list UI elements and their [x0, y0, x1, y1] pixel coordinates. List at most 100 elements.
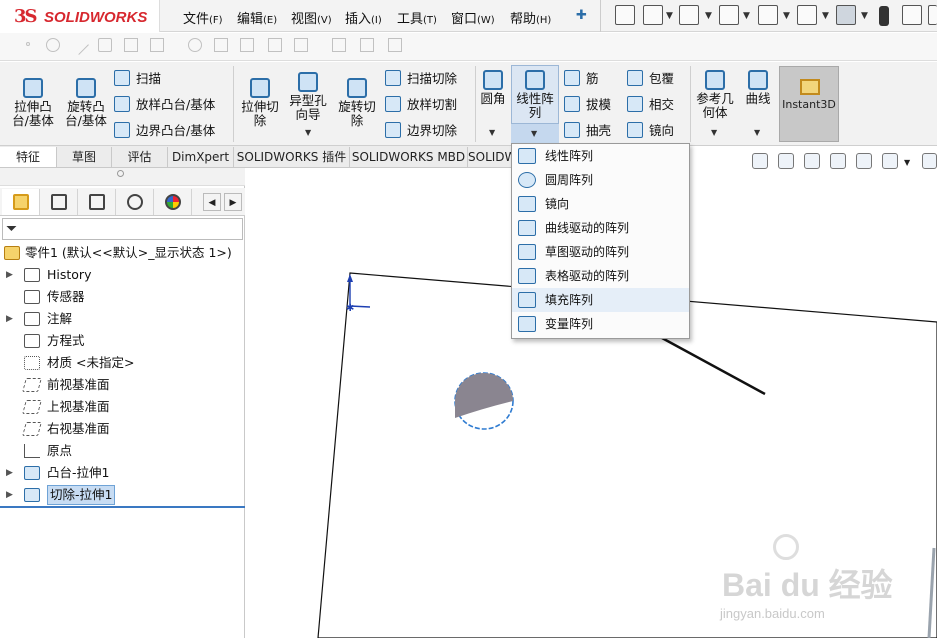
tree-filter-field[interactable]: ⏷: [2, 218, 243, 240]
select-icon[interactable]: [836, 5, 856, 25]
solidworks-logo[interactable]: 3S SOLIDWORKS: [0, 0, 160, 32]
print-icon[interactable]: [758, 5, 778, 25]
chevron-down-icon[interactable]: ▼: [666, 11, 673, 21]
extrude-cut-button[interactable]: 拉伸切除: [238, 78, 282, 128]
angle-icon[interactable]: [150, 38, 164, 52]
reference-geometry-button[interactable]: 参考几何体: [694, 70, 736, 120]
chevron-down-icon[interactable]: ▼: [861, 11, 868, 21]
tree-item-annotations[interactable]: ▶ 注解: [0, 309, 245, 329]
sketch-fillet-icon[interactable]: [188, 38, 202, 52]
chevron-down-icon[interactable]: ▼: [822, 11, 829, 21]
menu-item-sketch-driven-pattern[interactable]: 草图驱动的阵列: [512, 240, 689, 264]
menu-window[interactable]: 窗口(W): [451, 8, 495, 27]
menu-edit[interactable]: 编辑(E): [237, 8, 277, 27]
expand-icon[interactable]: ▶: [6, 485, 13, 505]
tree-item-material[interactable]: 材质 <未指定>: [0, 353, 245, 373]
lofted-cut-button[interactable]: 放样切割: [385, 94, 457, 113]
chevron-down-icon[interactable]: ▼: [711, 128, 717, 137]
menu-item-variable-pattern[interactable]: 变量阵列: [512, 312, 689, 336]
file-properties-icon[interactable]: [902, 5, 922, 25]
tab-property-manager[interactable]: [40, 189, 78, 215]
sweep-button[interactable]: 扫描: [114, 68, 161, 87]
tree-item-sensors[interactable]: 传感器: [0, 287, 245, 307]
dimension-icon[interactable]: [332, 38, 346, 52]
revolve-cut-button[interactable]: 旋转切除: [335, 78, 379, 128]
tab-dimxpert-manager[interactable]: [116, 189, 154, 215]
menu-insert[interactable]: 插入(I): [345, 8, 382, 27]
corner-icon[interactable]: [268, 38, 282, 52]
angle-dimension-icon[interactable]: [388, 38, 402, 52]
zoom-to-fit-icon[interactable]: [752, 153, 768, 169]
menu-item-curve-driven-pattern[interactable]: 曲线驱动的阵列: [512, 216, 689, 240]
menu-item-fill-pattern[interactable]: 填充阵列: [512, 288, 689, 312]
expand-icon[interactable]: ▶: [6, 265, 13, 285]
menu-tools[interactable]: 工具(T): [397, 8, 437, 27]
instant3d-button[interactable]: Instant3D: [779, 66, 839, 142]
tab-sketch[interactable]: 草图: [57, 147, 112, 167]
traffic-light-icon[interactable]: [879, 6, 889, 26]
tree-item-cut-extrude[interactable]: ▶ 切除-拉伸1: [0, 485, 245, 505]
swept-cut-button[interactable]: 扫描切除: [385, 68, 457, 87]
panel-grip-icon[interactable]: [117, 170, 124, 177]
chevron-down-icon[interactable]: ▼: [489, 128, 495, 137]
boundary-cut-button[interactable]: 边界切除: [385, 120, 457, 139]
tab-solidworks-mbd[interactable]: SOLIDWORKS MBD: [350, 147, 468, 167]
tree-item-equations[interactable]: 方程式: [0, 331, 245, 351]
chevron-down-icon[interactable]: ▼: [783, 11, 790, 21]
zoom-area-icon[interactable]: [778, 153, 794, 169]
save-icon[interactable]: [719, 5, 739, 25]
construction-icon[interactable]: [294, 38, 308, 52]
scroll-left-icon[interactable]: ◀: [203, 193, 221, 211]
tab-display-manager[interactable]: [154, 189, 192, 215]
boundary-boss-button[interactable]: 边界凸台/基体: [114, 120, 215, 139]
fillet-button[interactable]: 圆角: [478, 70, 508, 106]
tab-configuration-manager[interactable]: [78, 189, 116, 215]
draft-button[interactable]: 拔模: [564, 94, 611, 113]
intersect-button[interactable]: 相交: [627, 94, 674, 113]
tab-features[interactable]: 特征: [0, 147, 57, 167]
tree-root-part[interactable]: 零件1 (默认<<默认>_显示状态 1>): [0, 243, 245, 263]
extrude-boss-button[interactable]: 拉伸凸台/基体: [8, 78, 58, 128]
chevron-down-icon[interactable]: ▼: [904, 158, 910, 167]
wrap-button[interactable]: 包覆: [627, 68, 674, 87]
tree-item-history[interactable]: ▶ History: [0, 265, 245, 285]
tree-item-boss-extrude[interactable]: ▶ 凸台-拉伸1: [0, 463, 245, 483]
tab-evaluate[interactable]: 评估: [112, 147, 168, 167]
new-document-icon[interactable]: [643, 5, 663, 25]
menu-file[interactable]: 文件(F): [183, 8, 223, 27]
mirror-button[interactable]: 镜向: [627, 120, 674, 139]
extend-icon[interactable]: [240, 38, 254, 52]
hole-wizard-button[interactable]: 异型孔向导: [286, 72, 330, 122]
tab-solidworks-more[interactable]: SOLIDW: [468, 147, 512, 167]
section-view-icon[interactable]: [830, 153, 846, 169]
tree-item-origin[interactable]: 原点: [0, 441, 245, 461]
tab-solidworks-addins[interactable]: SOLIDWORKS 插件: [234, 147, 350, 167]
grid-icon[interactable]: [360, 38, 374, 52]
menu-item-mirror[interactable]: 镜向: [512, 192, 689, 216]
shell-button[interactable]: 抽壳: [564, 120, 611, 139]
menu-view[interactable]: 视图(V): [291, 8, 332, 27]
expand-icon[interactable]: ▶: [6, 309, 13, 329]
display-style-icon[interactable]: [922, 153, 937, 169]
tree-item-front-plane[interactable]: 前视基准面: [0, 375, 245, 395]
options-icon[interactable]: [928, 5, 937, 25]
undo-icon[interactable]: [797, 5, 817, 25]
view-orientation-icon[interactable]: [882, 153, 898, 169]
tab-feature-tree[interactable]: [2, 189, 40, 215]
open-icon[interactable]: [679, 5, 699, 25]
home-icon[interactable]: [615, 5, 635, 25]
tree-item-right-plane[interactable]: 右视基准面: [0, 419, 245, 439]
dynamic-annotation-icon[interactable]: [856, 153, 872, 169]
tab-dimxpert[interactable]: DimXpert: [168, 147, 234, 167]
pin-icon[interactable]: ✚: [576, 8, 587, 23]
previous-view-icon[interactable]: [804, 153, 820, 169]
expand-icon[interactable]: ▶: [6, 463, 13, 483]
trim-icon[interactable]: [124, 38, 138, 52]
revolve-boss-button[interactable]: 旋转凸台/基体: [61, 78, 111, 128]
curves-button[interactable]: 曲线: [742, 70, 774, 106]
menu-item-circular-pattern[interactable]: 圆周阵列: [512, 168, 689, 192]
point-icon[interactable]: [26, 42, 30, 46]
chevron-down-icon[interactable]: ▼: [754, 128, 760, 137]
chevron-down-icon[interactable]: ▼: [705, 11, 712, 21]
loft-boss-button[interactable]: 放样凸台/基体: [114, 94, 215, 113]
